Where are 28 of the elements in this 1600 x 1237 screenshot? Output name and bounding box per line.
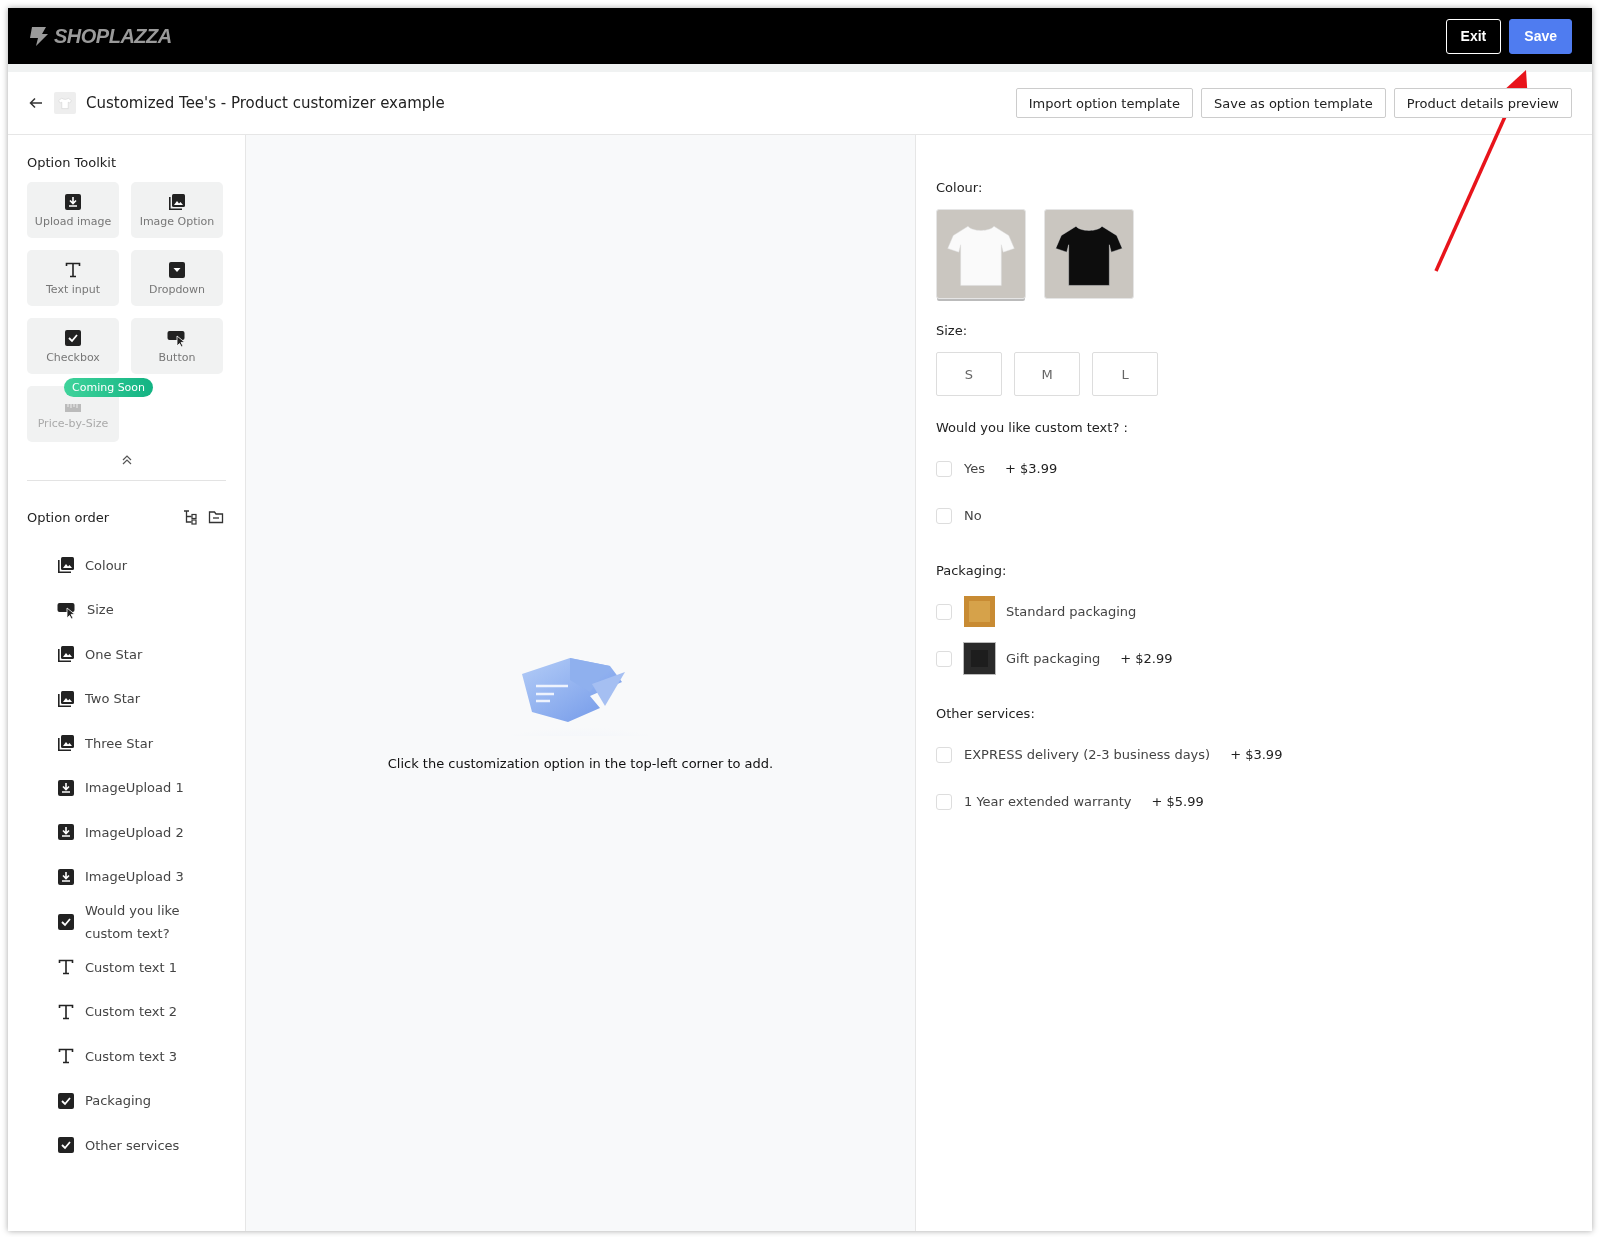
option-price: + $3.99	[1005, 461, 1058, 476]
tile-label: Text input	[45, 282, 100, 296]
option-price: + $2.99	[1120, 651, 1173, 666]
tile-label: Dropdown	[148, 282, 206, 296]
tile-label: Upload image	[34, 214, 112, 228]
coming-soon-tooltip: Coming Soon	[64, 378, 154, 397]
option-text: Gift packaging	[1006, 651, 1101, 666]
option-text: Yes	[964, 461, 985, 476]
option-price: + $3.99	[1230, 747, 1283, 762]
tile-label: Checkbox	[46, 350, 100, 364]
option-price: + $5.99	[1151, 794, 1204, 809]
option-order-title: Option order	[27, 509, 110, 525]
toolkit-title: Option Toolkit	[27, 155, 117, 170]
option-text: No	[964, 508, 982, 523]
option-text: Standard packaging	[1006, 604, 1137, 619]
empty-state-message: Click the customization option in the top-left corner to add.	[387, 755, 774, 771]
tile-label: Button	[158, 350, 196, 364]
option-label: Size:	[936, 323, 969, 338]
option-text: EXPRESS delivery (2-3 business days)	[964, 747, 1211, 762]
logo-text: SHOPLAZZA	[54, 24, 172, 48]
tile-label: Price-by-Size	[37, 416, 109, 430]
product-title: Customized Tee's - Product customizer example	[86, 94, 445, 112]
option-label: Other services:	[936, 706, 1036, 721]
option-label: Would you like custom text? :	[936, 420, 1129, 435]
option-label: Colour:	[936, 180, 984, 195]
tile-label: Image Option	[139, 214, 215, 228]
option-label: Packaging:	[936, 563, 1008, 578]
option-text: 1 Year extended warranty	[964, 794, 1132, 809]
